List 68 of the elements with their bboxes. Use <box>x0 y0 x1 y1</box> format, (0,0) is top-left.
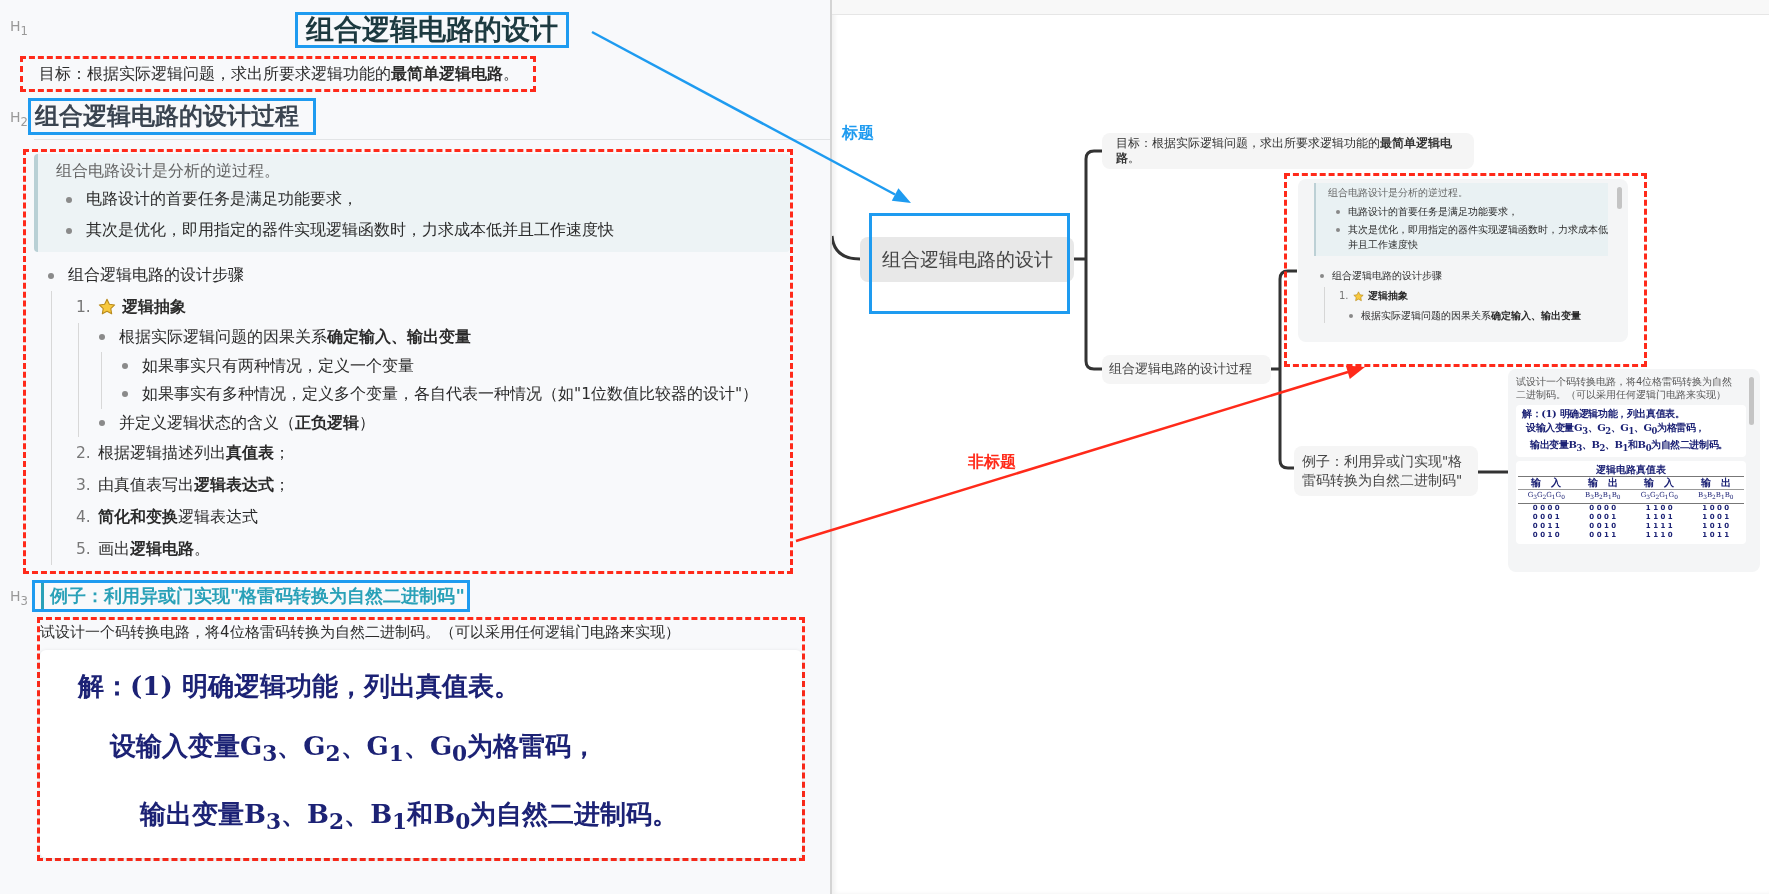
section-heading: 组合逻辑电路的设计过程 <box>35 101 299 132</box>
list-number: 3. <box>76 475 92 496</box>
list-number: 4. <box>76 507 92 528</box>
list-number: 5. <box>76 539 92 560</box>
list-item-text: 其次是优化，即用指定的器件实现逻辑函数时，力求成本低并且工作速度快 <box>1348 223 1608 252</box>
solution-line: 输出变量B$_{3}$、B$_{2}$、B$_{1}$和B$_{0}$为自然二进制码。 <box>1529 438 1729 455</box>
heading-level-label: H$_{2}$ <box>9 109 28 131</box>
list-item-text: 根据逻辑描述列出真值表； <box>98 443 290 464</box>
list-item-text: 如果事实有多种情况，定义多个变量，各自代表一种情况（如"1位数值比较器的设计"） <box>142 384 759 405</box>
bullet-icon <box>122 362 128 369</box>
list-number: 1. <box>1339 289 1349 303</box>
quote-text: 组合电路设计是分析的逆过程。 <box>56 161 281 182</box>
list-item-text: 逻辑抽象 <box>122 297 186 318</box>
bullet-icon <box>66 196 72 203</box>
solution-line: 解：(1) 明确逻辑功能，列出真值表。 <box>1521 407 1686 421</box>
list-item-text: 如果事实只有两种情况，定义一个变量 <box>142 355 414 377</box>
heading-level-label: H$_{3}$ <box>9 588 29 610</box>
list-number: 1. <box>76 297 92 318</box>
question-text: 试设计一个码转换电路，将4位格雷码转换为自然二进制码。（可以采用任何逻辑门电路来实现） <box>40 622 681 643</box>
list-item-text: 组合逻辑电路的设计步骤 <box>68 265 244 286</box>
subsection-heading: 例子：利用异或门实现"格雷码转换为自然二进制码" <box>41 583 465 609</box>
bullet-icon <box>99 419 105 426</box>
document-title: 组合逻辑电路的设计 <box>306 15 558 45</box>
note-preview-card[interactable] <box>1508 369 1760 572</box>
connector-line <box>832 235 861 261</box>
bullet-icon <box>99 334 105 341</box>
table-header: 输 入 <box>1631 477 1688 490</box>
note-preview-card[interactable]: 组合电路设计是分析的逆过程。 电路设计的首要任务是满足功能要求， 其次是优化，即用指定的器件实现逻辑函数时，力求成本低并且工作速度快 组合逻辑电路的设计步骤 1. 逻辑抽象 根据实际逻辑问题的因果关系确定输入、输出变量 <box>1298 179 1628 342</box>
annotation-label: 标题 <box>842 123 874 144</box>
list-item-text: 其次是优化，即用指定的器件实现逻辑函数时，力求成本低并且工作速度快 <box>86 220 614 241</box>
goal-text: 目标：根据实际逻辑问题，求出所要求逻辑功能的最简单逻辑电路。 <box>39 64 519 85</box>
table-header: 输 出 <box>1574 477 1631 490</box>
mindmap-node[interactable]: 组合逻辑电路的设计过程 <box>1102 355 1271 384</box>
list-item-text: 逻辑抽象 <box>1367 289 1408 303</box>
mindmap-root-node[interactable]: 组合逻辑电路的设计 <box>860 237 1074 282</box>
bullet-icon <box>1336 228 1340 232</box>
heading-level-label: H$_{1}$ <box>9 17 29 38</box>
table-header: 输 出 <box>1687 477 1744 490</box>
list-item-text: 由真值表写出逻辑表达式； <box>98 475 290 496</box>
table-header: 输 入 <box>1518 477 1575 490</box>
quote-text: 组合电路设计是分析的逆过程。 <box>1328 186 1469 200</box>
bullet-icon <box>1349 314 1353 318</box>
list-item-text: 根据实际逻辑问题的因果关系确定输入、输出变量 <box>119 327 471 348</box>
mindmap-node[interactable]: 例子：利用异或门实现"格雷码转换为自然二进制码" <box>1294 446 1478 496</box>
solution-line: 设输入变量G$_{3}$、G$_{2}$、G$_{1}$、G$_{0}$为格雷码， <box>108 730 599 769</box>
solution-line: 设输入变量G$_{3}$、G$_{2}$、G$_{1}$、G$_{0}$为格雷码， <box>1525 421 1707 438</box>
list-item-text: 画出逻辑电路。 <box>98 539 210 560</box>
bullet-icon <box>66 227 72 234</box>
bullet-icon <box>1320 274 1324 278</box>
list-item-text: 电路设计的首要任务是满足功能要求， <box>1348 205 1518 219</box>
list-number: 2. <box>76 443 92 464</box>
table-title: 逻辑电路真值表 <box>1595 464 1667 476</box>
list-item-text: 电路设计的首要任务是满足功能要求， <box>86 189 358 210</box>
bullet-icon <box>48 272 54 279</box>
annotation-label: 非标题 <box>968 452 1016 473</box>
solution-line: 解：(1) 明确逻辑功能，列出真值表。 <box>76 670 521 703</box>
bullet-icon <box>122 391 128 398</box>
mindmap-node[interactable]: 目标：根据实际逻辑问题，求出所要求逻辑功能的最简单逻辑电路。 <box>1102 133 1474 169</box>
question-text: 试设计一个码转换电路，将4位格雷码转换为自然二进制码。（可以采用任何逻辑门电路来实现） <box>1516 375 1734 401</box>
solution-line: 输出变量B$_{3}$、B$_{2}$、B$_{1}$和B$_{0}$为自然二进制码。 <box>138 798 680 837</box>
scrollbar-thumb[interactable] <box>1617 187 1622 209</box>
scrollbar-thumb[interactable] <box>1749 377 1754 425</box>
list-item-text: 根据实际逻辑问题的因果关系确定输入、输出变量 <box>1361 309 1581 323</box>
list-item-text: 并定义逻辑状态的含义（正负逻辑） <box>119 412 375 434</box>
bullet-icon <box>1336 210 1340 214</box>
connector-line <box>1478 470 1508 474</box>
list-item-text: 组合逻辑电路的设计步骤 <box>1332 269 1442 283</box>
list-item-text: 简化和变换逻辑表达式 <box>98 507 258 528</box>
